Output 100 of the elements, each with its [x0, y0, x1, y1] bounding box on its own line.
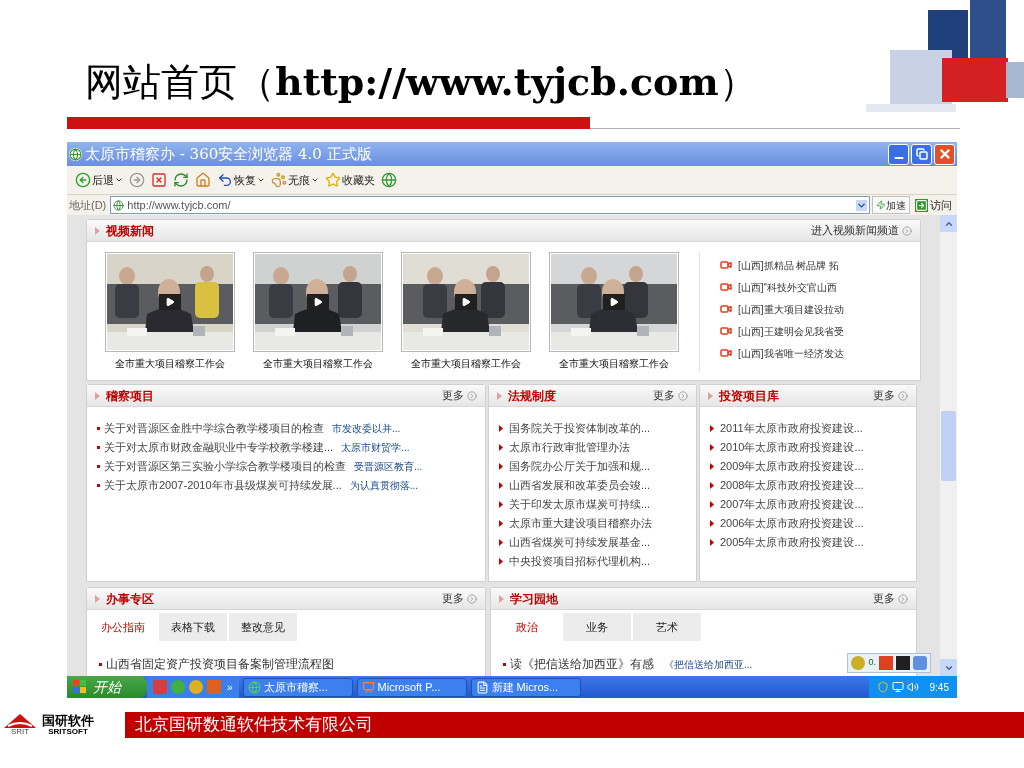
toolbar-button[interactable]: 后退 — [75, 169, 123, 191]
list-link[interactable]: 关于太原市2007-2010年市县级煤炭可持续发展... — [104, 476, 342, 494]
scrollbar[interactable] — [940, 215, 957, 676]
list-link[interactable]: 2010年太原市政府投资建设... — [720, 438, 864, 456]
headline-link[interactable]: [山西]我省唯一经济发达 — [738, 345, 844, 361]
toolbar-button[interactable]: 恢复 — [217, 169, 265, 191]
bullet-icon — [503, 662, 506, 666]
summary-link[interactable]: 《把信送给加西亚... — [664, 656, 753, 672]
more-link[interactable]: 更多 — [442, 387, 464, 404]
paw-icon — [271, 172, 287, 188]
headline-link[interactable]: [山西]重大项目建设拉动 — [738, 301, 844, 317]
page-icon — [113, 199, 125, 211]
chevron-circle-icon — [898, 390, 908, 401]
list-link[interactable]: 国务院关于投资体制改革的... — [509, 419, 651, 437]
list-link[interactable]: 山西省发展和改革委员会竣... — [509, 476, 651, 494]
list-link[interactable]: 山西省煤炭可持续发展基金... — [509, 533, 651, 551]
play-icon — [307, 294, 329, 310]
taskbar-button[interactable]: 新建 Micros... — [470, 677, 581, 697]
channel-link[interactable]: 进入视频新闻频道 — [811, 222, 899, 239]
video-camera-icon — [720, 281, 732, 293]
tab[interactable]: 表格下载 — [159, 613, 227, 641]
caret-icon — [499, 594, 504, 603]
input-status-text: 0. — [868, 656, 876, 670]
list-link[interactable]: 2008年太原市政府投资建设... — [720, 476, 864, 494]
logo-subtitle: SRITSOFT — [48, 728, 88, 736]
minimize-button[interactable] — [888, 143, 909, 165]
scroll-thumb[interactable] — [941, 410, 956, 481]
refresh-icon — [173, 172, 189, 188]
list-link[interactable]: 读《把信送给加西亚》有感 — [510, 655, 654, 673]
video-caption[interactable]: 全市重大项目稽察工作会 — [263, 356, 373, 371]
tab[interactable]: 整改意见 — [229, 613, 297, 641]
more-link[interactable]: 更多 — [653, 387, 675, 404]
toolbar-button[interactable]: 无痕 — [271, 169, 319, 191]
video-caption[interactable]: 全市重大项目稽察工作会 — [559, 356, 669, 371]
more-link[interactable]: 更多 — [442, 590, 464, 607]
speaker-icon[interactable] — [906, 681, 919, 693]
caret-icon — [95, 226, 100, 235]
close-button[interactable] — [934, 143, 955, 165]
list-link[interactable]: 2006年太原市政府投资建设... — [720, 514, 864, 532]
star-icon — [325, 172, 341, 188]
taskbar-button[interactable]: 太原市稽察... — [242, 677, 353, 697]
logo-name: 国研软件 — [42, 714, 94, 727]
taskbar-button[interactable]: Microsoft P... — [356, 677, 467, 697]
list-link[interactable]: 山西省固定资产投资项目备案制管理流程图 — [106, 655, 334, 673]
monitor-icon[interactable] — [891, 681, 904, 693]
slide-title: 网站首页（http://www.tyjcb.com） — [85, 58, 757, 106]
list-link[interactable]: 关于印发太原市煤炭可持续... — [509, 495, 651, 513]
list-link[interactable]: 太原市行政审批管理办法 — [509, 438, 630, 456]
close-icon — [937, 147, 952, 161]
shield-icon[interactable] — [876, 681, 889, 693]
boost-button[interactable]: 加速 — [872, 196, 910, 214]
clock: 9:45 — [929, 680, 949, 695]
headline-link[interactable]: [山西]抓精品 树品牌 拓 — [738, 257, 840, 273]
list-link[interactable]: 关于对太原市财政金融职业中专学校教学楼建... — [104, 438, 334, 456]
headline-link[interactable]: [山西]王建明会见我省受 — [738, 323, 844, 339]
tab[interactable]: 业务 — [563, 613, 631, 641]
scroll-up-button[interactable] — [940, 215, 957, 232]
chevron-circle-icon — [467, 390, 477, 401]
panel-title: 法规制度 — [508, 387, 556, 405]
summary-link[interactable]: 为认真贯彻落... — [349, 477, 419, 493]
slides-icon — [361, 680, 375, 694]
list-link[interactable]: 2009年太原市政府投资建设... — [720, 457, 864, 475]
video-caption[interactable]: 全市重大项目稽察工作会 — [115, 356, 225, 371]
list-link[interactable]: 2007年太原市政府投资建设... — [720, 495, 864, 513]
list-link[interactable]: 2005年太原市政府投资建设... — [720, 533, 864, 551]
address-field[interactable]: http://www.tyjcb.com/ — [110, 196, 870, 214]
panel-title: 稽察项目 — [106, 387, 154, 405]
address-label: 地址(D) — [69, 197, 107, 213]
start-button[interactable]: 开始 — [67, 676, 147, 698]
panel-title: 视频新闻 — [106, 222, 154, 240]
tab[interactable]: 艺术 — [633, 613, 701, 641]
list-link[interactable]: 中央投资项目招标代理机构... — [509, 552, 651, 570]
lightning-icon — [876, 200, 886, 210]
summary-link[interactable]: 市发改委以并... — [332, 420, 401, 436]
chevron-circle-icon — [678, 390, 688, 401]
overflow-button[interactable]: » — [227, 679, 233, 695]
restore-icon — [915, 148, 928, 160]
caret-icon — [95, 594, 100, 603]
chevron-circle-icon — [898, 593, 908, 604]
summary-link[interactable]: 太原市财贸学... — [341, 439, 410, 455]
caret-icon — [95, 391, 100, 400]
restore-button[interactable] — [911, 143, 932, 165]
bullet-icon — [99, 662, 102, 666]
chevron-circle-icon — [467, 593, 477, 604]
list-link[interactable]: 关于对晋源区金胜中学综合教学楼项目的检查 — [104, 419, 324, 437]
video-caption[interactable]: 全市重大项目稽察工作会 — [411, 356, 521, 371]
list-link[interactable]: 2011年太原市政府投资建设... — [720, 419, 863, 437]
company-name: 北京国研数通软件技术有限公司 — [135, 714, 373, 737]
list-link[interactable]: 关于对晋源区第三实验小学综合教学楼项目的检查 — [104, 457, 346, 475]
scroll-down-button[interactable] — [940, 659, 957, 676]
toolbar-button[interactable]: 收藏夹 — [325, 169, 375, 191]
go-button[interactable]: 访问 — [912, 196, 955, 214]
more-link[interactable]: 更多 — [873, 590, 895, 607]
summary-link[interactable]: 受晋源区教育... — [354, 458, 423, 474]
dropdown-icon — [856, 199, 867, 211]
headline-link[interactable]: [山西]“科技外交官山西 — [738, 279, 837, 295]
arrow-icon — [915, 198, 928, 212]
list-link[interactable]: 国务院办公厅关于加强和规... — [509, 457, 651, 475]
more-link[interactable]: 更多 — [873, 387, 895, 404]
list-link[interactable]: 太原市重大建设项目稽察办法 — [509, 514, 652, 532]
